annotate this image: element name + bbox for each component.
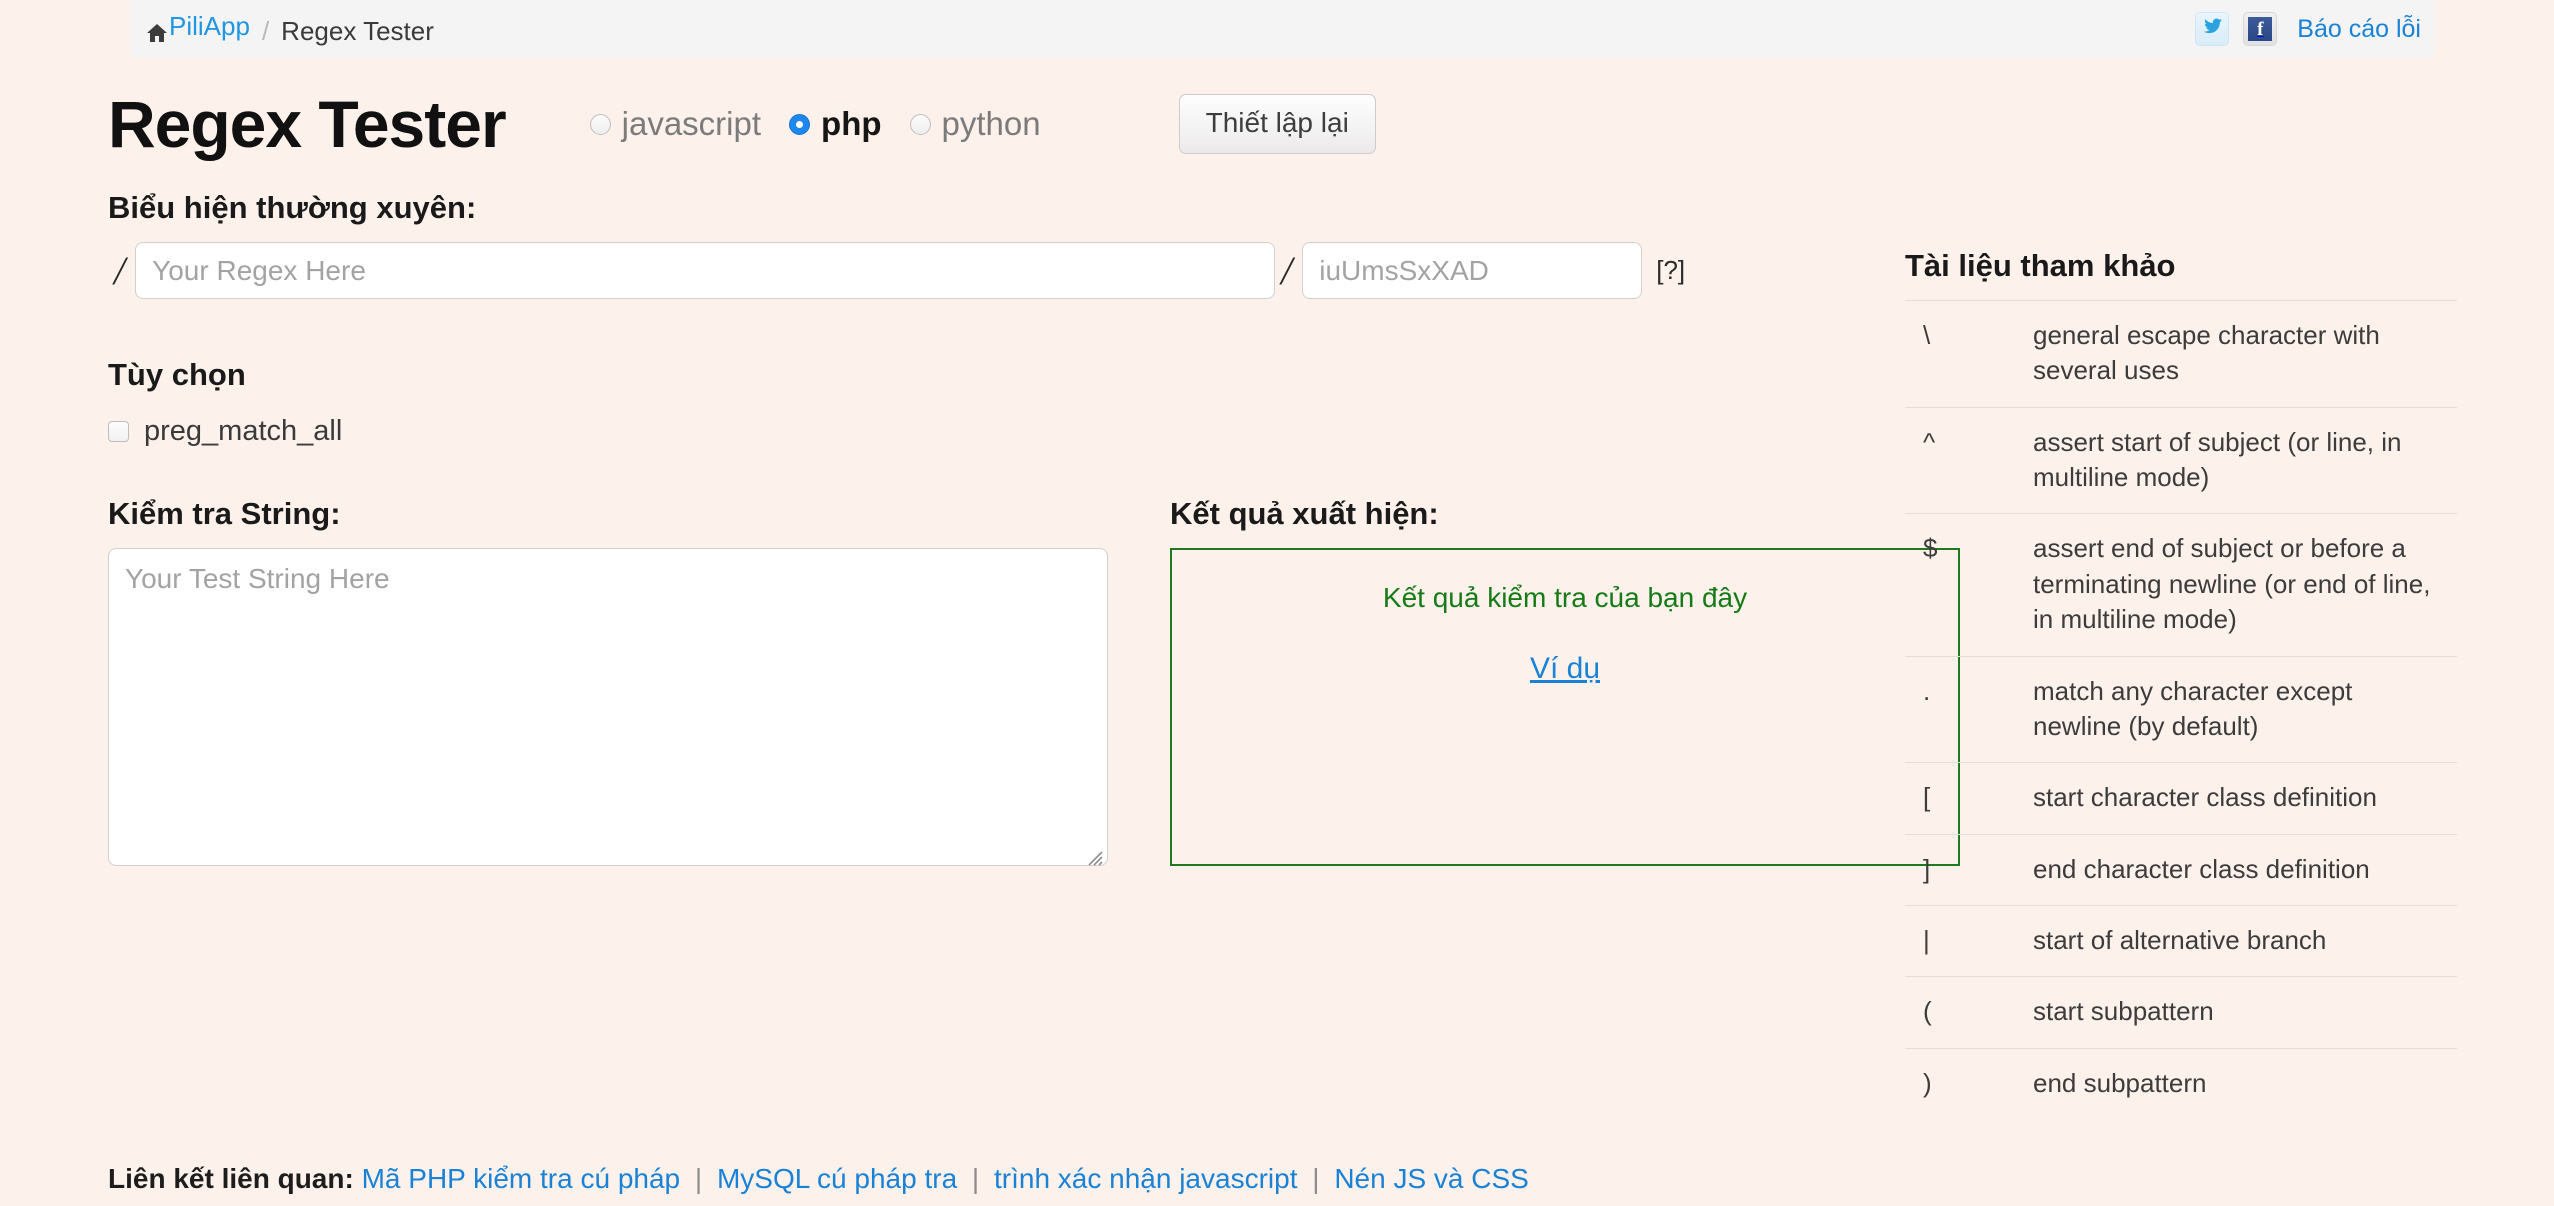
related-links: Liên kết liên quan: Mã PHP kiểm tra cú p… <box>108 1163 1529 1195</box>
reference-symbol: ( <box>1923 996 1932 1027</box>
related-links-label: Liên kết liên quan: <box>108 1163 354 1194</box>
options-section-label: Tùy chọn <box>108 357 246 392</box>
reference-symbol: . <box>1923 675 1931 706</box>
regex-flags-input[interactable] <box>1302 242 1643 299</box>
page-title: Regex Tester <box>108 87 507 161</box>
related-link-js-css-minify[interactable]: Nén JS và CSS <box>1334 1163 1529 1194</box>
breadcrumb-home-link[interactable]: PiliApp <box>146 10 250 43</box>
test-string-section: Kiểm tra String: <box>108 496 1108 871</box>
radio-label-javascript: javascript <box>621 105 762 142</box>
reference-description: start character class definition <box>2033 782 2377 813</box>
checkbox-preg-match-all[interactable]: preg_match_all <box>108 415 1848 448</box>
checkbox-indicator-preg-match-all[interactable] <box>108 421 129 442</box>
radio-indicator-python[interactable] <box>909 113 931 135</box>
page-body: Regex Tester javascript php python Thiết… <box>0 58 2554 1206</box>
options-section: Tùy chọn preg_match_all <box>108 357 1848 448</box>
reference-description: match any character except newline (by d… <box>2033 675 2353 741</box>
reference-symbol: | <box>1923 924 1930 955</box>
reference-symbol: \ <box>1923 320 1931 350</box>
breadcrumb-separator: / <box>261 16 270 47</box>
test-string-wrapper <box>108 548 1108 871</box>
regex-open-slash: / <box>114 247 126 293</box>
facebook-icon: f <box>2248 17 2273 41</box>
table-row: ) end subpattern <box>1905 1048 2457 1119</box>
result-label: Kết quả xuất hiện: <box>1170 496 1439 531</box>
reference-description: start subpattern <box>2033 996 2214 1027</box>
header-actions: f Báo cáo lỗi <box>2195 12 2421 46</box>
table-row: [ start character class definition <box>1905 762 2457 834</box>
radio-indicator-php[interactable] <box>789 113 811 135</box>
reference-title: Tài liệu tham khảo <box>1905 248 2176 283</box>
table-row: . match any character except newline (by… <box>1905 656 2457 763</box>
reference-description: general escape character with several us… <box>2033 320 2380 386</box>
reference-symbol: $ <box>1923 533 1938 564</box>
related-link-javascript-validator[interactable]: trình xác nhận javascript <box>994 1163 1298 1194</box>
reference-sidebar: Tài liệu tham khảo \ general escape char… <box>1905 248 2457 1119</box>
example-link[interactable]: Ví dụ <box>1530 652 1600 686</box>
radio-label-python: python <box>941 105 1041 142</box>
result-box: Kết quả kiểm tra của bạn đây Ví dụ <box>1170 548 1960 866</box>
test-string-label: Kiểm tra String: <box>108 496 341 531</box>
title-row: Regex Tester javascript php python Thiết… <box>108 58 1848 190</box>
twitter-icon <box>2202 16 2223 42</box>
reference-table: \ general escape character with several … <box>1905 300 2457 1119</box>
table-row: | start of alternative branch <box>1905 905 2457 976</box>
breadcrumb-home-label: PiliApp <box>169 10 250 41</box>
radio-php[interactable]: php <box>789 105 882 143</box>
related-link-mysql-syntax[interactable]: MySQL cú pháp tra <box>717 1163 957 1194</box>
reference-symbol: ^ <box>1923 426 1936 457</box>
reference-description: end subpattern <box>2033 1067 2207 1098</box>
result-section: Kết quả xuất hiện: Kết quả kiểm tra của … <box>1170 496 1960 871</box>
regex-section-label: Biểu hiện thường xuyên: <box>108 190 477 225</box>
reference-description: end character class definition <box>2033 853 2370 884</box>
regex-close-slash: / <box>1281 247 1293 293</box>
facebook-share-button[interactable]: f <box>2243 12 2278 46</box>
table-row: $ assert end of subject or before a term… <box>1905 513 2457 656</box>
result-message: Kết quả kiểm tra của bạn đây <box>1382 582 1748 613</box>
reference-description: assert end of subject or before a termin… <box>2033 533 2431 635</box>
checkbox-label-preg-match-all: preg_match_all <box>144 415 343 447</box>
main-column: Regex Tester javascript php python Thiết… <box>108 58 1960 871</box>
reference-description: start of alternative branch <box>2033 924 2327 955</box>
table-row: ( start subpattern <box>1905 976 2457 1048</box>
breadcrumb-bar: PiliApp / Regex Tester f Báo cáo lỗi <box>130 0 2435 58</box>
twitter-share-button[interactable] <box>2195 12 2230 46</box>
regex-input-row: / / [?] <box>108 242 1848 299</box>
breadcrumb: PiliApp / Regex Tester <box>146 11 434 48</box>
home-icon <box>146 19 168 43</box>
link-separator-1: | <box>694 1163 703 1194</box>
reference-symbol: ) <box>1923 1067 1932 1098</box>
radio-label-php: php <box>821 105 882 142</box>
reset-button[interactable]: Thiết lập lại <box>1178 94 1376 154</box>
test-and-result-row: Kiểm tra String: Kết quả xuất hiện: Kết … <box>108 496 1960 871</box>
radio-javascript[interactable]: javascript <box>589 105 762 143</box>
regex-input[interactable] <box>135 242 1276 299</box>
table-row: ^ assert start of subject (or line, in m… <box>1905 407 2457 514</box>
breadcrumb-current-page: Regex Tester <box>281 16 434 47</box>
link-separator-3: | <box>1312 1163 1320 1194</box>
test-string-textarea[interactable] <box>108 548 1108 866</box>
table-row: \ general escape character with several … <box>1905 300 2457 408</box>
regex-section: Biểu hiện thường xuyên: / / [?] <box>108 190 1848 299</box>
reference-symbol: ] <box>1923 853 1931 884</box>
link-separator-2: | <box>971 1163 980 1194</box>
engine-radio-group: javascript php python <box>589 105 1041 143</box>
report-bug-link[interactable]: Báo cáo lỗi <box>2297 15 2421 44</box>
related-link-php-syntax-check[interactable]: Mã PHP kiểm tra cú pháp <box>362 1163 681 1194</box>
reference-symbol: [ <box>1923 782 1931 813</box>
radio-python[interactable]: python <box>909 105 1041 143</box>
table-row: ] end character class definition <box>1905 834 2457 905</box>
radio-indicator-javascript[interactable] <box>589 113 611 135</box>
flags-help-link[interactable]: [?] <box>1656 255 1685 286</box>
reference-description: assert start of subject (or line, in mul… <box>2033 426 2402 493</box>
